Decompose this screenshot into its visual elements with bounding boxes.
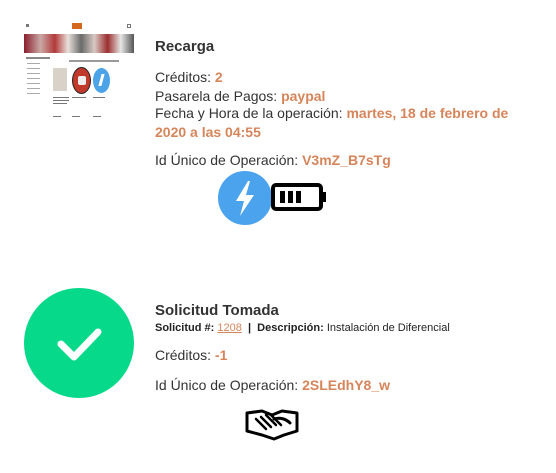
solicitud-details: Solicitud #: 1208 | Descripción: Instala… <box>155 322 450 334</box>
thumbnail-sidebar-item <box>27 68 40 69</box>
solicitud-number-label: Solicitud #: <box>155 322 215 334</box>
thumbnail-sidebar-item <box>27 78 40 79</box>
pasarela-value: paypal <box>281 88 326 104</box>
solicitud-title: Solicitud Tomada <box>155 302 279 319</box>
descripcion-value: Instalación de Diferencial <box>326 322 450 334</box>
id-value: 2SLEdhY8_w <box>302 377 391 393</box>
creditos-value: -1 <box>214 347 228 363</box>
checkmark-icon <box>24 288 134 398</box>
thumbnail-text <box>93 97 105 98</box>
id-label: Id Único de Operación: <box>155 152 303 168</box>
id-value: V3mZ_B7sTg <box>302 152 391 168</box>
solicitud-number-link[interactable]: 1208 <box>217 322 241 334</box>
solicitud-id-operacion: Id Único de Operación: 2SLEdhY8_w <box>155 376 390 395</box>
thumbnail-sidebar-title <box>26 57 50 59</box>
thumbnail-text <box>53 97 69 98</box>
recarga-id-operacion: Id Único de Operación: V3mZ_B7sTg <box>155 151 391 170</box>
lightning-bolt-icon <box>218 171 272 225</box>
thumbnail-text <box>93 116 101 117</box>
separator: | <box>247 322 252 334</box>
battery-icon <box>271 183 327 211</box>
recarga-title: Recarga <box>155 38 215 55</box>
recarga-fecha: Fecha y Hora de la operación: martes, 18… <box>155 104 530 142</box>
thumbnail-text <box>72 97 86 98</box>
recarga-creditos: Créditos: 2 <box>155 68 223 87</box>
thumbnail-sidebar-item <box>27 73 40 74</box>
thumbnail-text <box>53 103 67 104</box>
thumbnail-sidebar-item <box>27 93 40 94</box>
thumbnail-heading <box>69 60 119 62</box>
thumbnail-bolt-badge-icon <box>93 68 110 93</box>
thumbnail-banner <box>24 34 134 53</box>
logo-icon <box>72 23 82 29</box>
handshake-icon <box>244 405 300 441</box>
thumbnail-sidebar-item <box>27 63 40 64</box>
thumbnail-header <box>24 22 134 34</box>
thumbnail-text <box>72 116 80 117</box>
menu-icon <box>26 24 29 27</box>
descripcion-label: Descripción: <box>257 322 324 334</box>
thumbnail-sidebar-item <box>27 83 40 84</box>
thumbnail-red-badge-icon <box>72 67 91 94</box>
cart-icon <box>127 24 131 28</box>
thumbnail-text <box>53 116 61 117</box>
id-label: Id Único de Operación: <box>155 377 303 393</box>
creditos-label: Créditos: <box>155 347 215 363</box>
pasarela-label: Pasarela de Pagos: <box>155 88 282 104</box>
solicitud-creditos: Créditos: -1 <box>155 346 227 365</box>
thumbnail-text <box>53 100 69 101</box>
fecha-label: Fecha y Hora de la operación: <box>155 105 347 121</box>
recarga-entry: Recarga Créditos: 2 Pasarela de Pagos: p… <box>0 0 556 240</box>
thumbnail-product-image <box>53 68 67 91</box>
creditos-label: Créditos: <box>155 69 215 85</box>
creditos-value: 2 <box>214 69 223 85</box>
recarga-screenshot-thumbnail[interactable] <box>24 22 134 124</box>
thumbnail-sidebar-item <box>27 88 40 89</box>
